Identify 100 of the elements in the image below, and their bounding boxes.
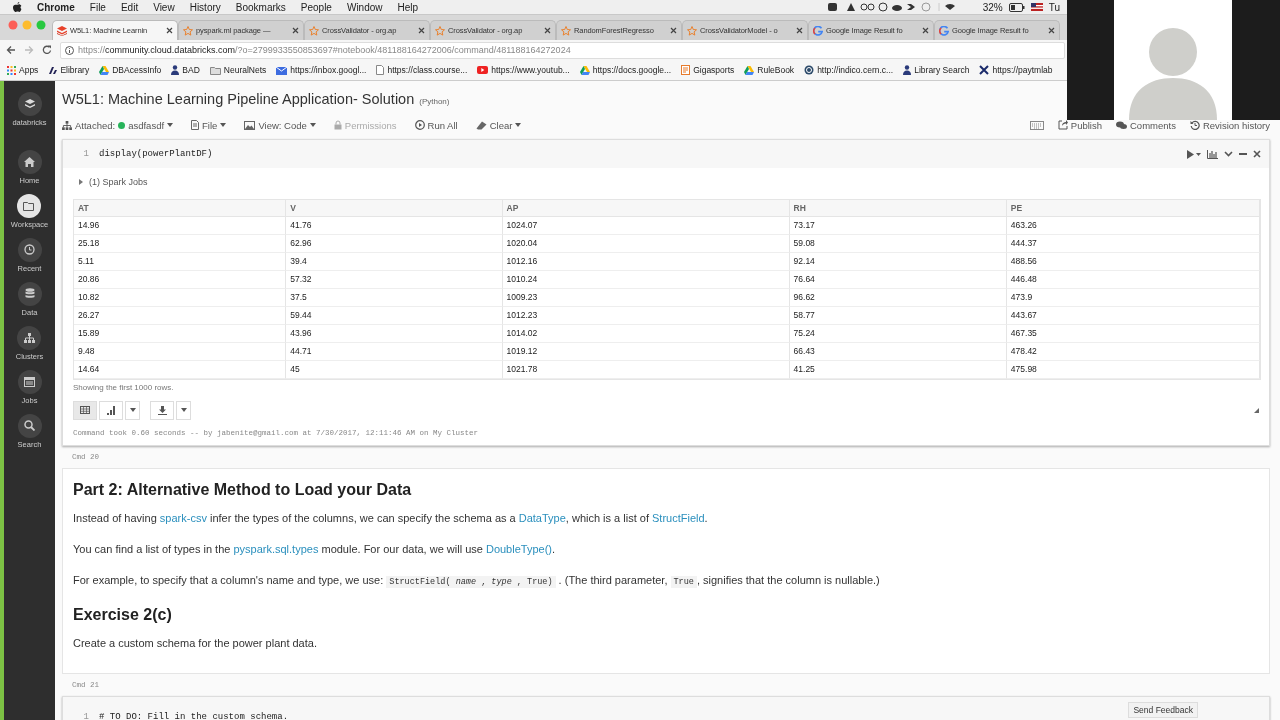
table-cell: 446.48 — [1006, 271, 1260, 289]
action-button[interactable]: Revision history — [1189, 119, 1270, 131]
view-toggle-button[interactable] — [99, 400, 123, 420]
star-icon — [435, 25, 445, 36]
toolbar-button[interactable]: Run All — [414, 119, 458, 131]
close-icon[interactable] — [796, 27, 803, 34]
apple-icon[interactable] — [13, 2, 22, 12]
column-header[interactable]: V — [286, 200, 503, 217]
spark-jobs-toggle[interactable]: (1) Spark Jobs — [63, 168, 1269, 196]
send-feedback-button[interactable]: Send Feedback — [1128, 702, 1198, 718]
close-icon[interactable] — [1048, 27, 1055, 34]
table-cell: 9.48 — [74, 343, 287, 361]
bookmark-label: NeuralNets — [223, 65, 267, 75]
menu-item[interactable]: Window — [346, 1, 383, 13]
table-cell: 1019.12 — [502, 343, 790, 361]
table-cell: 1012.23 — [502, 307, 790, 325]
home-icon — [24, 156, 35, 167]
resize-handle-icon[interactable] — [1254, 407, 1259, 413]
star-icon — [561, 25, 571, 36]
column-header[interactable]: PE — [1006, 200, 1260, 217]
view-toggle-button[interactable] — [73, 400, 97, 420]
column-header[interactable]: AP — [502, 200, 790, 217]
column-header[interactable]: RH — [789, 200, 1007, 217]
close-icon[interactable] — [418, 27, 425, 34]
table-cell: 41.76 — [286, 217, 503, 235]
back-icon[interactable] — [6, 45, 16, 55]
menu-item[interactable]: Edit — [120, 1, 139, 13]
link[interactable]: DataType — [518, 512, 566, 524]
app-menu[interactable]: Chrome — [37, 1, 75, 13]
play-circle-icon — [414, 120, 425, 130]
paragraph: Instead of having spark-csv infer the types of the columns, we can specify the schema as a DataType, which is a list of StructField. — [73, 511, 709, 525]
link[interactable]: StructField — [652, 512, 705, 524]
table-cell: 475.98 — [1006, 361, 1260, 379]
menu-item[interactable]: History — [189, 1, 221, 13]
link[interactable]: DoubleType() — [485, 543, 552, 555]
action-button[interactable] — [1029, 119, 1044, 131]
bookmark-label: https://inbox.googl... — [290, 65, 367, 75]
bookmark[interactable]: DBAcessInfo — [99, 65, 162, 75]
close-icon[interactable] — [922, 27, 929, 34]
run-icon[interactable] — [1187, 149, 1201, 159]
info-icon — [65, 45, 74, 55]
chart-icon[interactable] — [1207, 149, 1218, 159]
grid-icon — [7, 65, 16, 75]
action-button[interactable]: Publish — [1057, 119, 1102, 131]
bookmark[interactable]: https://www.youtub... — [477, 65, 570, 75]
folder-icon — [23, 200, 36, 211]
paragraph: Create a custom schema for the power plant data. — [73, 636, 318, 650]
bookmark[interactable]: BAD — [171, 65, 200, 75]
table-cell: 478.42 — [1006, 343, 1260, 361]
bookmark[interactable]: Apps — [7, 65, 39, 75]
menu-item[interactable]: File — [89, 1, 106, 13]
table-cell: 62.96 — [286, 235, 503, 253]
menu-item[interactable]: Help — [397, 1, 419, 13]
google-ring-icon — [939, 25, 949, 36]
clock[interactable]: Tu — [1048, 1, 1060, 13]
table-cell: 75.24 — [789, 325, 1007, 343]
bookmark[interactable]: https://paytmlab — [979, 65, 1053, 75]
reload-icon[interactable] — [42, 45, 52, 55]
database-icon — [24, 288, 35, 299]
toolbar-button[interactable]: Clear — [475, 119, 522, 131]
history-icon — [1189, 120, 1200, 130]
link[interactable]: spark-csv — [159, 512, 207, 524]
menu-item[interactable]: View — [153, 1, 175, 13]
download-button[interactable] — [150, 400, 174, 420]
table-cell: 26.27 — [74, 307, 287, 325]
close-icon[interactable] — [292, 27, 299, 34]
table-cell: 59.44 — [286, 307, 503, 325]
bookmark[interactable]: https://inbox.googl... — [276, 65, 367, 75]
dropdown-button[interactable] — [125, 400, 140, 420]
column-header[interactable]: AT — [74, 200, 287, 217]
menu-item[interactable]: People — [300, 1, 332, 13]
bookmark-label: Apps — [19, 65, 39, 75]
url-text: https://community.cloud.databricks.com/?o=2799933550853697#notebook/481188164272006/command/481188164272024 — [78, 45, 571, 55]
bookmark[interactable]: Gigasports — [681, 65, 735, 75]
chevron-down-icon[interactable] — [1224, 151, 1233, 157]
close-icon[interactable] — [166, 27, 173, 34]
menu-item[interactable]: Bookmarks — [235, 1, 286, 13]
keyboard-icon — [1029, 120, 1044, 130]
link[interactable]: pyspark.sql.types — [233, 543, 319, 555]
envelope-icon — [276, 65, 288, 75]
toolbar-button[interactable]: Attached: asdfasdf — [62, 119, 174, 131]
bookmark[interactable]: Library Search — [903, 65, 970, 75]
logo-icon[interactable] — [17, 91, 42, 116]
close-icon[interactable] — [544, 27, 551, 34]
toolbar-button[interactable]: File — [191, 119, 227, 131]
table-cell: 488.56 — [1006, 253, 1260, 271]
close-icon[interactable] — [670, 27, 677, 34]
battery-icon[interactable] — [1008, 2, 1025, 12]
table-cell: 58.77 — [789, 307, 1007, 325]
bookmark[interactable]: NeuralNets — [209, 65, 267, 75]
bookmark[interactable]: Elibrary — [48, 65, 90, 75]
dropdown-button[interactable] — [176, 400, 191, 420]
image-icon — [244, 120, 256, 130]
bookmark[interactable]: RuleBook — [744, 65, 795, 75]
close-icon[interactable] — [1253, 150, 1261, 158]
address-field[interactable]: https://community.cloud.databricks.com/?o=2799933550853697#notebook/481188164272006/command/481188164272024 — [60, 41, 1065, 59]
search-icon — [24, 420, 35, 431]
toolbar-button[interactable]: View: Code — [244, 119, 316, 131]
flag-icon[interactable] — [1030, 3, 1043, 11]
caret-icon — [309, 123, 316, 127]
